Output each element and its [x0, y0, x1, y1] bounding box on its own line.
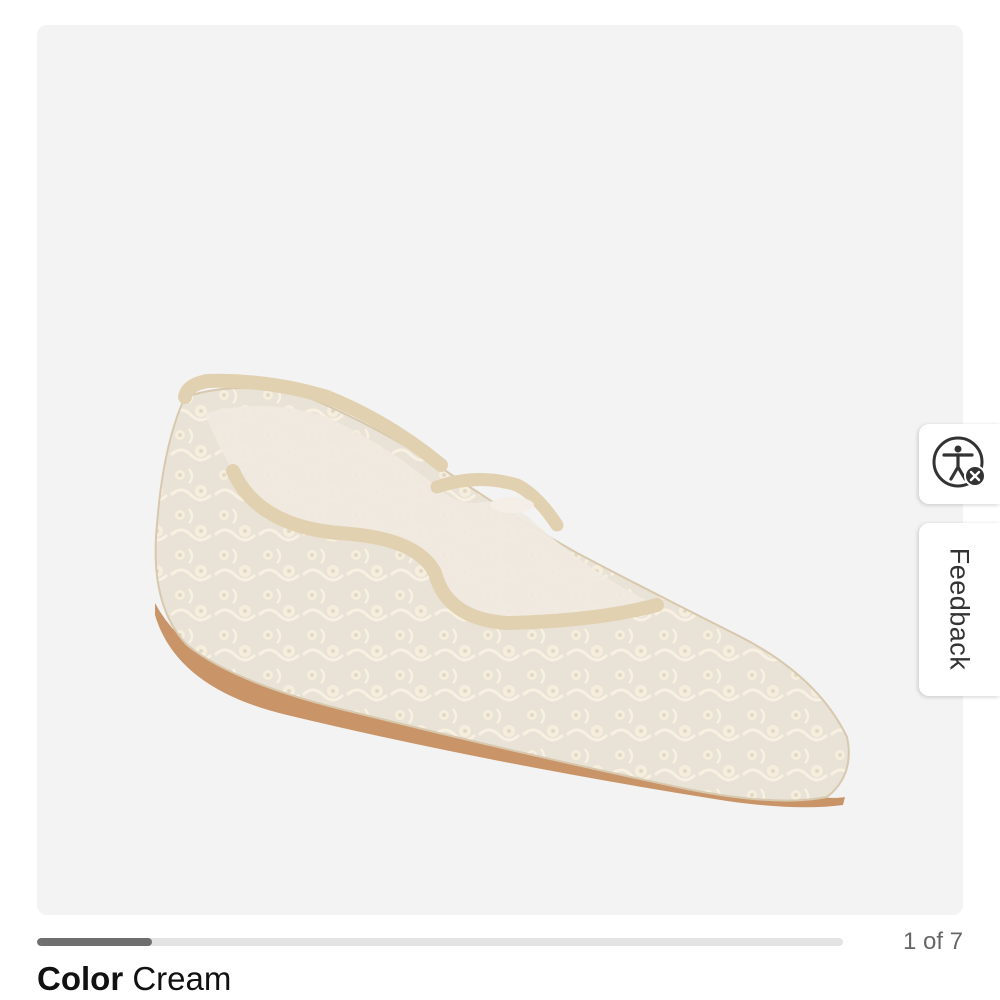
color-value: Cream: [132, 960, 232, 997]
gallery-progress-bar: [37, 938, 843, 946]
accessibility-button[interactable]: [919, 424, 1000, 504]
accessibility-icon: [931, 433, 989, 496]
product-image[interactable]: [37, 25, 963, 915]
color-label: Color: [37, 960, 124, 997]
product-image-carousel[interactable]: [37, 25, 963, 915]
product-page: Feedback 1 of 7 Color Cream: [0, 0, 1000, 1000]
color-selection: Color Cream: [37, 960, 231, 998]
gallery-progress-fill: [37, 938, 153, 946]
gallery-counter: 1 of 7: [902, 928, 963, 955]
feedback-button[interactable]: Feedback: [919, 523, 1000, 696]
feedback-label: Feedback: [944, 547, 975, 671]
